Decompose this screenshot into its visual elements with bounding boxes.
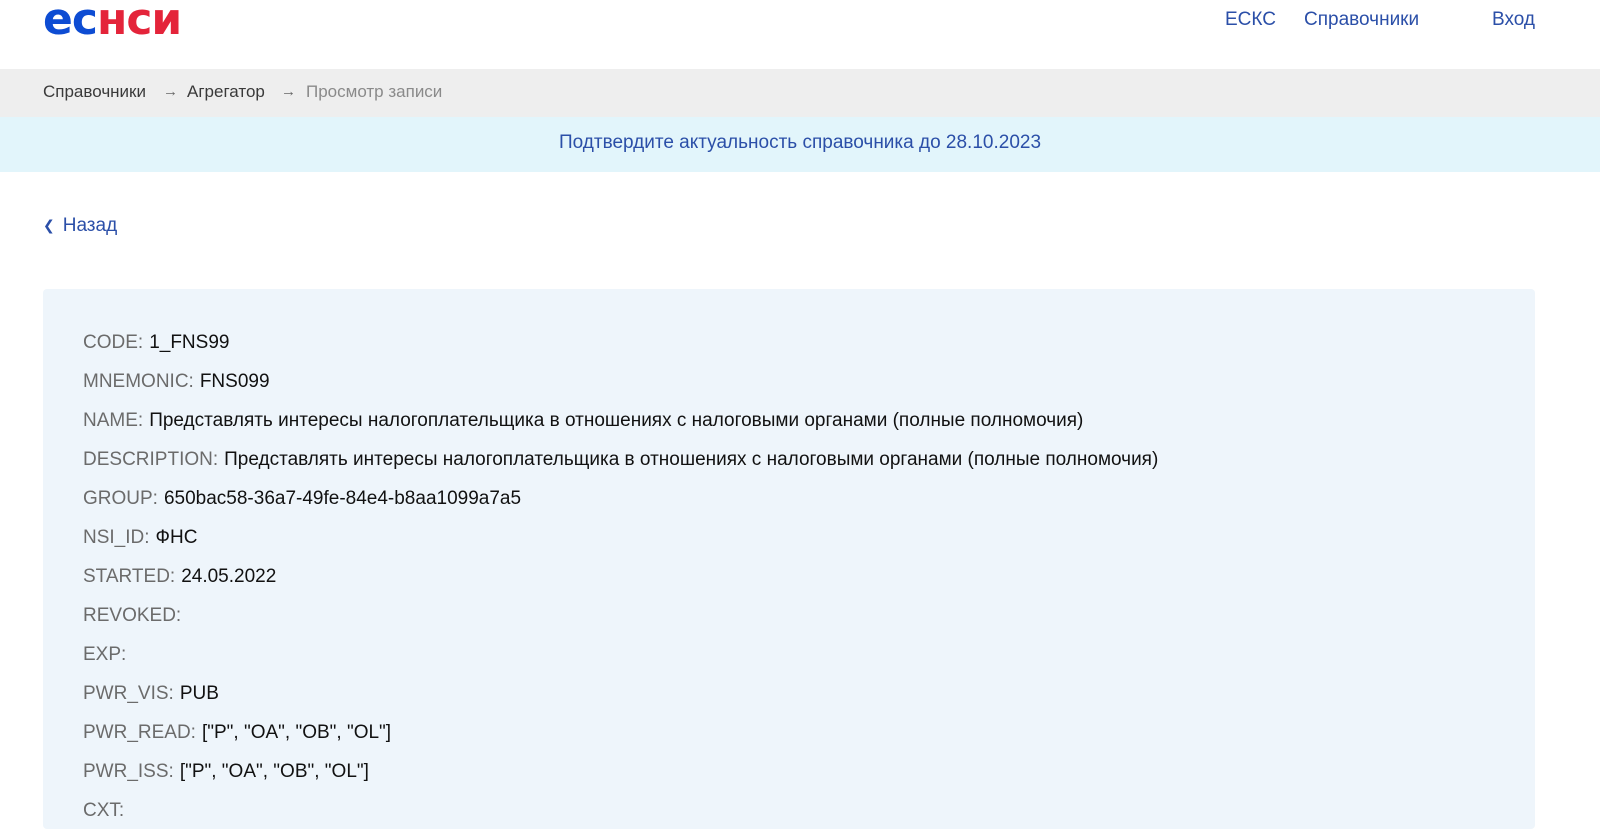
breadcrumb-arrow-icon: → xyxy=(163,83,178,100)
field-pwr-read: PWR_READ: ["P", "OA", "OB", "OL"] xyxy=(83,721,391,745)
field-nsi-id: NSI_ID: ФНС xyxy=(83,526,197,550)
field-key: DESCRIPTION: xyxy=(83,449,219,470)
field-value: Представлять интересы налогоплательщика … xyxy=(224,449,1159,470)
field-key: PWR_VIS: xyxy=(83,683,174,704)
breadcrumb-item-aggregator[interactable]: Агрегатор xyxy=(187,82,265,102)
field-description: DESCRIPTION: Представлять интересы налого… xyxy=(83,448,1158,472)
field-mnemonic: MNEMONIC: FNS099 xyxy=(83,370,270,394)
field-revoked: REVOKED: xyxy=(83,604,187,628)
field-key: GROUP: xyxy=(83,488,158,509)
back-label: Назад xyxy=(62,215,118,236)
field-name: NAME: Представлять интересы налогоплатель… xyxy=(83,409,1083,433)
field-value: ["P", "OA", "OB", "OL"] xyxy=(201,722,392,743)
field-key: REVOKED: xyxy=(83,605,182,626)
field-exp: EXP: xyxy=(83,643,132,667)
field-value: ["P", "OA", "OB", "OL"] xyxy=(179,761,369,782)
breadcrumb-arrow-icon: → xyxy=(281,83,296,100)
field-value: Представлять интересы налогоплательщика … xyxy=(149,410,1084,431)
field-cxt: CXT: xyxy=(83,799,130,823)
breadcrumb-item-directories[interactable]: Справочники xyxy=(43,82,146,102)
field-key: CODE: xyxy=(83,332,144,353)
breadcrumb-item-current: Просмотр записи xyxy=(306,82,443,101)
logo-part-2: нси xyxy=(96,0,182,45)
field-value: 24.05.2022 xyxy=(181,566,277,587)
record-card: CODE: 1_FNS99 MNEMONIC: FNS099 NAME: Предст… xyxy=(43,289,1535,829)
field-value: FNS099 xyxy=(199,371,270,392)
field-value: 1_FNS99 xyxy=(149,332,230,353)
field-key: EXP: xyxy=(83,644,127,665)
notice-banner: Подтвердите актуальность справочника до … xyxy=(0,117,1600,172)
field-key: STARTED: xyxy=(83,566,176,587)
field-group: GROUP: 650bac58-36a7-49fe-84e4-b8aa1099a7… xyxy=(83,487,521,511)
logo-part-1: ес xyxy=(43,0,98,45)
field-key: PWR_READ: xyxy=(83,722,196,743)
field-started: STARTED: 24.05.2022 xyxy=(83,565,276,589)
chevron-left-icon: ❮ xyxy=(43,217,55,233)
field-pwr-iss: PWR_ISS: ["P", "OA", "OB", "OL"] xyxy=(83,760,369,784)
field-key: NAME: xyxy=(83,410,144,431)
field-key: MNEMONIC: xyxy=(83,371,194,392)
field-key: NSI_ID: xyxy=(83,527,150,548)
nav-link-directories[interactable]: Справочники xyxy=(1304,9,1419,31)
field-value: ФНС xyxy=(155,527,198,548)
back-link[interactable]: ❮ Назад xyxy=(43,213,117,238)
field-value: 650bac58-36a7-49fe-84e4-b8aa1099a7a5 xyxy=(163,488,522,509)
notice-text: Подтвердите актуальность справочника до … xyxy=(558,132,1042,153)
field-value: PUB xyxy=(179,683,219,704)
field-code: CODE: 1_FNS99 xyxy=(83,331,229,355)
field-key: CXT: xyxy=(83,800,125,821)
nav-link-eskc[interactable]: ЕСКС xyxy=(1225,9,1276,31)
field-key: PWR_ISS: xyxy=(83,761,174,782)
breadcrumb: Справочники → Агрегатор → Просмотр запис… xyxy=(0,69,1600,117)
logo[interactable]: еснси xyxy=(43,0,182,46)
field-pwr-vis: PWR_VIS: PUB xyxy=(83,682,219,706)
header: еснси ЕСКС Справочники Вход xyxy=(0,0,1600,69)
login-link[interactable]: Вход xyxy=(1492,9,1535,31)
